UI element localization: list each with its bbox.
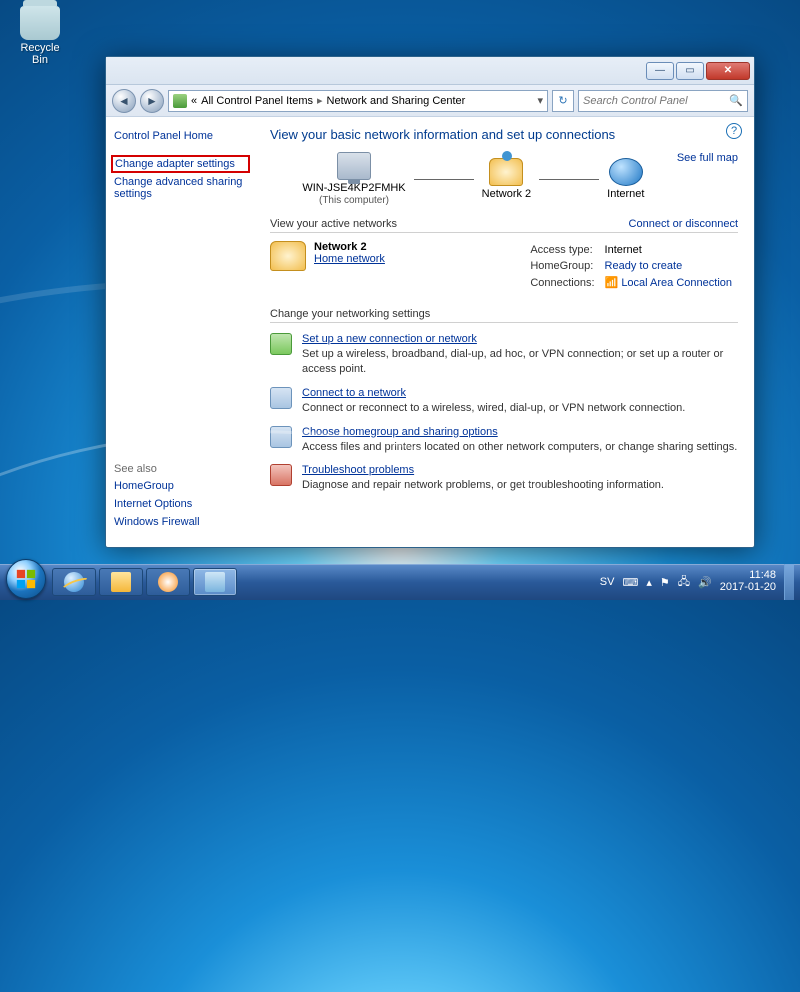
chevron-right-icon: ▸ — [317, 94, 323, 107]
minimize-button[interactable]: — — [646, 62, 674, 80]
search-box[interactable]: 🔍 — [578, 90, 748, 112]
refresh-button[interactable]: ↻ — [552, 90, 574, 112]
active-networks-header: View your active networks — [270, 218, 397, 230]
computer-icon — [337, 152, 371, 180]
tray-chevron-icon[interactable]: ▴ — [646, 576, 652, 589]
folder-icon — [111, 572, 131, 592]
breadcrumb-1[interactable]: All Control Panel Items — [201, 95, 313, 107]
change-settings-header: Change your networking settings — [270, 308, 430, 320]
see-also-header: See also — [114, 463, 250, 477]
change-adapter-settings-link[interactable]: Change adapter settings — [111, 155, 250, 173]
titlebar[interactable]: — ▭ ✕ — [106, 57, 754, 85]
home-network-icon — [270, 241, 306, 271]
connect-disconnect-link[interactable]: Connect or disconnect — [629, 218, 738, 230]
clock-date: 2017-01-20 — [720, 582, 776, 594]
taskbar-explorer[interactable] — [99, 568, 143, 596]
language-indicator[interactable]: SV — [600, 576, 615, 588]
seealso-windows-firewall[interactable]: Windows Firewall — [114, 513, 250, 531]
control-panel-taskbar-icon — [205, 572, 225, 592]
taskbar-control-panel[interactable] — [193, 568, 237, 596]
setting-desc: Access files and printers located on oth… — [302, 440, 737, 455]
volume-icon[interactable]: 🔊 — [698, 576, 712, 589]
maximize-button[interactable]: ▭ — [676, 62, 704, 80]
seealso-internet-options[interactable]: Internet Options — [114, 495, 250, 513]
active-network-name: Network 2 — [314, 241, 367, 253]
active-network-row: Network 2 Home network Access type: Inte… — [270, 241, 738, 292]
setting-desc: Set up a wireless, broadband, dial-up, a… — [302, 347, 738, 377]
help-icon[interactable]: ? — [726, 123, 742, 139]
keyboard-icon[interactable]: ⌨ — [622, 576, 638, 589]
access-type-value: Internet — [601, 243, 736, 257]
show-desktop-button[interactable] — [784, 564, 794, 600]
map-network: Network 2 — [482, 158, 532, 200]
search-icon: 🔍 — [729, 94, 743, 107]
start-button[interactable] — [6, 559, 46, 599]
active-network-props: Access type: Internet HomeGroup: Ready t… — [524, 241, 738, 292]
breadcrumb-2[interactable]: Network and Sharing Center — [327, 95, 466, 107]
action-center-icon[interactable]: ⚑ — [660, 576, 670, 589]
taskbar-ie[interactable] — [52, 568, 96, 596]
system-tray: SV ⌨ ▴ ⚑ 🖧 🔊 11:48 2017-01-20 — [600, 570, 776, 593]
network-icon — [489, 158, 523, 186]
setting-new-connection[interactable]: Set up a new connection or network Set u… — [270, 333, 738, 377]
globe-icon — [609, 158, 643, 186]
setting-title[interactable]: Choose homegroup and sharing options — [302, 426, 498, 438]
setting-desc: Connect or reconnect to a wireless, wire… — [302, 401, 685, 416]
search-input[interactable] — [583, 95, 729, 107]
map-line-2 — [539, 179, 599, 180]
connection-link[interactable]: 📶 Local Area Connection — [601, 275, 736, 290]
change-advanced-sharing-link[interactable]: Change advanced sharing settings — [114, 173, 250, 203]
media-player-icon — [158, 572, 178, 592]
seealso-homegroup[interactable]: HomeGroup — [114, 477, 250, 495]
setting-troubleshoot[interactable]: Troubleshoot problems Diagnose and repai… — [270, 464, 738, 493]
control-panel-icon — [173, 94, 187, 108]
address-bar[interactable]: « All Control Panel Items ▸ Network and … — [168, 90, 548, 112]
windows-logo-icon — [15, 568, 37, 590]
page-title: View your basic network information and … — [270, 127, 738, 142]
recycle-bin-label: Recycle Bin — [12, 42, 68, 66]
map-internet: Internet — [607, 158, 644, 200]
network-sharing-window: — ▭ ✕ ◄ ► « All Control Panel Items ▸ Ne… — [105, 56, 755, 548]
homegroup-value-link[interactable]: Ready to create — [601, 259, 736, 273]
see-full-map-link[interactable]: See full map — [677, 152, 738, 164]
forward-button[interactable]: ► — [140, 89, 164, 113]
setting-connect-network[interactable]: Connect to a network Connect or reconnec… — [270, 387, 738, 416]
nav-toolbar: ◄ ► « All Control Panel Items ▸ Network … — [106, 85, 754, 117]
network-tray-icon[interactable]: 🖧 — [678, 573, 690, 592]
back-button[interactable]: ◄ — [112, 89, 136, 113]
main-panel: ? View your basic network information an… — [258, 117, 754, 547]
network-name: Network 2 — [482, 188, 532, 200]
setting-title[interactable]: Set up a new connection or network — [302, 333, 477, 345]
active-network-kind-link[interactable]: Home network — [314, 253, 385, 265]
address-dropdown-icon[interactable]: ▾ — [537, 94, 543, 107]
homegroup-label: HomeGroup: — [526, 259, 598, 273]
map-this-computer: WIN-JSE4KP2FMHK (This computer) — [302, 152, 405, 206]
recycle-bin-icon — [20, 6, 60, 40]
setting-homegroup-sharing[interactable]: Choose homegroup and sharing options Acc… — [270, 426, 738, 455]
new-connection-icon — [270, 333, 292, 355]
setting-desc: Diagnose and repair network problems, or… — [302, 478, 664, 493]
map-line-1 — [414, 179, 474, 180]
internet-label: Internet — [607, 188, 644, 200]
control-panel-home-link[interactable]: Control Panel Home — [114, 127, 250, 145]
ie-icon — [64, 572, 84, 592]
troubleshoot-icon — [270, 464, 292, 486]
setting-title[interactable]: Troubleshoot problems — [302, 464, 414, 476]
network-map: WIN-JSE4KP2FMHK (This computer) Network … — [270, 152, 677, 206]
recycle-bin[interactable]: Recycle Bin — [12, 6, 68, 66]
connect-network-icon — [270, 387, 292, 409]
access-type-label: Access type: — [526, 243, 598, 257]
taskbar-media-player[interactable] — [146, 568, 190, 596]
taskbar: SV ⌨ ▴ ⚑ 🖧 🔊 11:48 2017-01-20 — [0, 564, 800, 600]
computer-subcap: (This computer) — [319, 195, 389, 206]
breadcrumb-sep: « — [191, 95, 197, 107]
connections-label: Connections: — [526, 275, 598, 290]
setting-title[interactable]: Connect to a network — [302, 387, 406, 399]
homegroup-icon — [270, 426, 292, 448]
clock[interactable]: 11:48 2017-01-20 — [720, 570, 776, 593]
close-button[interactable]: ✕ — [706, 62, 750, 80]
sidebar: Control Panel Home Change adapter settin… — [106, 117, 258, 547]
